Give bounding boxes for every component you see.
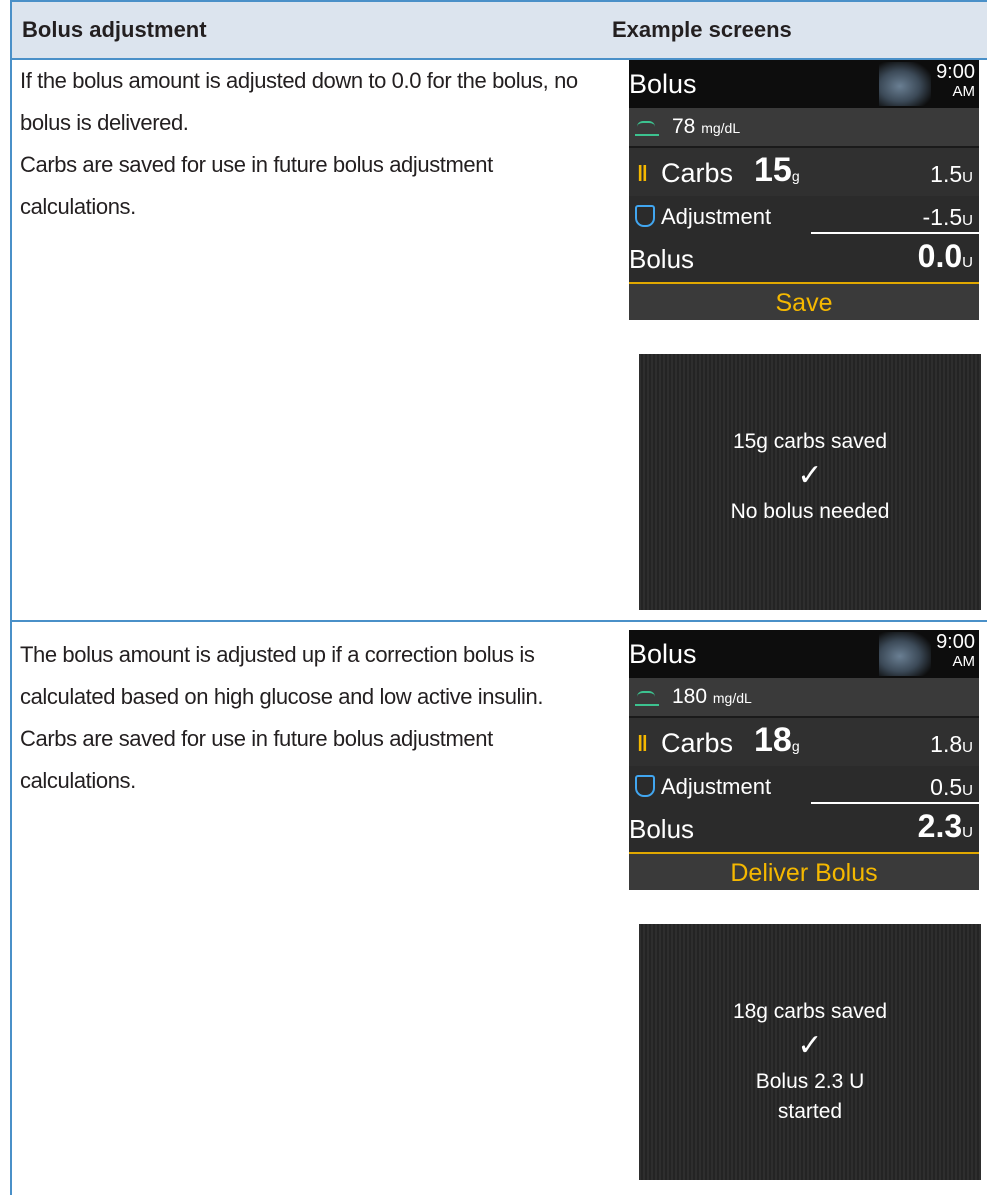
screen-title-bar: Bolus 9:00 AM [629, 60, 979, 108]
shield-icon [635, 205, 655, 227]
glucose-sensor-icon [635, 688, 659, 706]
bolus-label: Bolus [629, 244, 695, 274]
carbs-insulin: 1.8U [930, 731, 973, 757]
screen-title: Bolus [629, 639, 697, 669]
deliver-bolus-button[interactable]: Deliver Bolus [629, 852, 979, 890]
carbs-label: Carbs [661, 158, 734, 188]
table-left-border [10, 0, 12, 1195]
bolus-total-row: Bolus 2.3U [629, 804, 979, 852]
row1-paragraph-2: Carbs are saved for use in future bolus … [20, 152, 493, 219]
carbs-icon: ǁ [637, 161, 648, 186]
avatar-icon [879, 632, 931, 676]
bolus-value: 2.3U [917, 808, 973, 844]
row-divider [10, 620, 987, 622]
adjustment-row: Adjustment -1.5U [629, 196, 979, 234]
carbs-saved-message: 15g carbs saved [732, 430, 888, 453]
checkmark-icon: ✓ [797, 459, 823, 492]
glucose-reading: 180 mg/dL [672, 685, 752, 708]
adjustment-label: Adjustment [661, 204, 772, 229]
glucose-sensor-icon [635, 118, 659, 136]
column-header-example-screens: Example screens [612, 17, 792, 42]
deliver-bolus-button-label: Deliver Bolus [730, 859, 878, 887]
screen-time: 9:00 [936, 61, 975, 83]
save-button-label: Save [775, 289, 833, 317]
bolus-adjustment-table: Bolus adjustment Example screens If the … [10, 0, 987, 1195]
screen-ampm: AM [952, 83, 976, 100]
screen-time: 9:00 [936, 631, 975, 653]
row1-bolus-screen: Bolus 9:00 AM 78 mg/dL ǁ Carbs 15g 1.5U … [629, 60, 979, 320]
row2-paragraph-1: The bolus amount is adjusted up if a cor… [20, 642, 544, 709]
screen-title: Bolus [629, 69, 697, 99]
bolus-label: Bolus [629, 814, 695, 844]
carbs-row: ǁ Carbs 18g 1.8U [629, 716, 979, 766]
row2-bolus-screen: Bolus 9:00 AM 180 mg/dL ǁ Carbs 18g 1.8U… [629, 630, 979, 890]
row2-paragraph-2: Carbs are saved for use in future bolus … [20, 726, 493, 793]
carbs-value: 18g [754, 721, 800, 759]
carbs-saved-message: 18g carbs saved [732, 1000, 888, 1023]
row2-confirmation-screen: 18g carbs saved ✓ Bolus 2.3 U started [639, 924, 981, 1180]
bolus-started-message-cont: started [777, 1100, 843, 1123]
row1-confirmation-screen: 15g carbs saved ✓ No bolus needed [639, 354, 981, 610]
save-button[interactable]: Save [629, 282, 979, 320]
adjustment-row: Adjustment 0.5U [629, 766, 979, 804]
column-header-bolus-adjustment: Bolus adjustment [22, 17, 207, 42]
shield-icon [635, 775, 655, 797]
screen-title-bar: Bolus 9:00 AM [629, 630, 979, 678]
no-bolus-message: No bolus needed [730, 500, 890, 523]
glucose-reading: 78 mg/dL [672, 115, 741, 138]
glucose-row: 78 mg/dL [629, 108, 979, 146]
row1-paragraph-1: If the bolus amount is adjusted down to … [20, 68, 578, 135]
carbs-value: 15g [754, 151, 800, 189]
carbs-insulin: 1.5U [930, 161, 973, 187]
adjustment-value: 0.5U [930, 774, 973, 800]
bolus-total-row: Bolus 0.0U [629, 234, 979, 282]
glucose-row: 180 mg/dL [629, 678, 979, 716]
row1-description: If the bolus amount is adjusted down to … [20, 60, 605, 228]
checkmark-icon: ✓ [797, 1029, 823, 1062]
carbs-label: Carbs [661, 728, 734, 758]
bolus-value: 0.0U [917, 238, 973, 274]
screen-ampm: AM [952, 653, 976, 670]
table-header-row: Bolus adjustment Example screens [12, 2, 987, 58]
carbs-icon: ǁ [637, 731, 648, 756]
adjustment-label: Adjustment [661, 774, 772, 799]
bolus-started-message: Bolus 2.3 U [755, 1070, 865, 1093]
avatar-icon [879, 62, 931, 106]
row2-description: The bolus amount is adjusted up if a cor… [20, 634, 605, 802]
adjustment-value: -1.5U [922, 204, 973, 230]
carbs-row: ǁ Carbs 15g 1.5U [629, 146, 979, 196]
